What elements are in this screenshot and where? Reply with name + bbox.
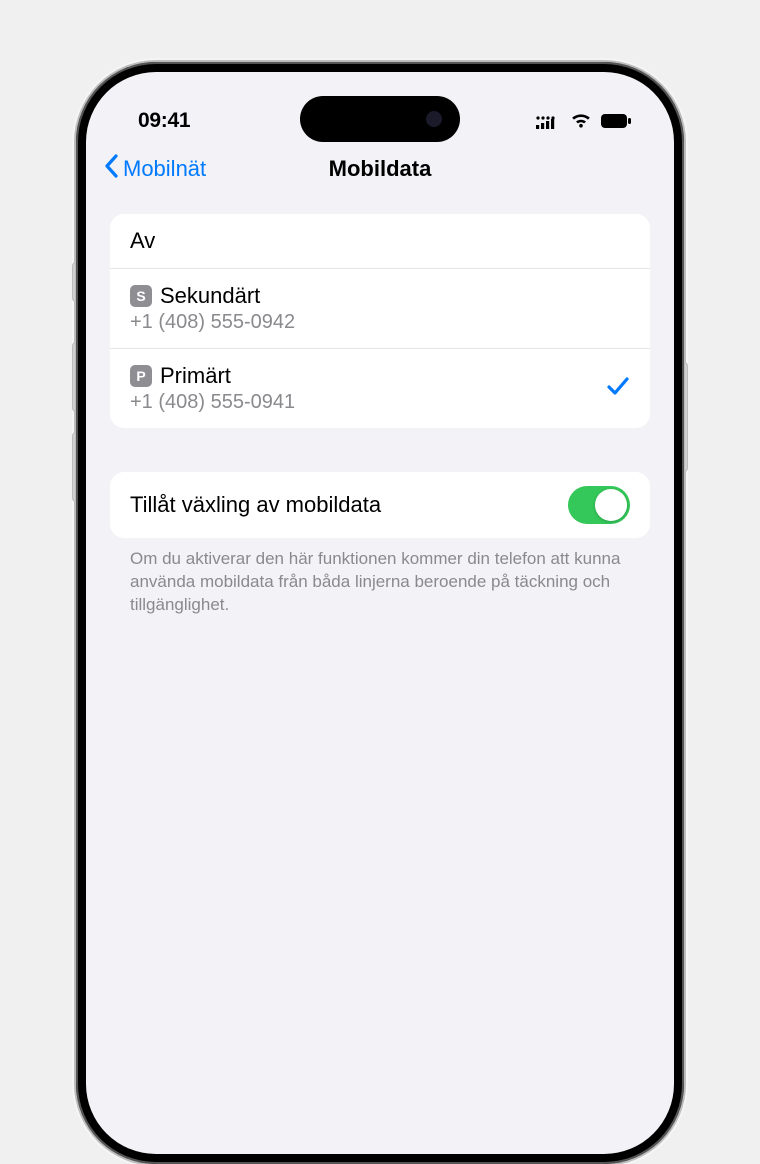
nav-bar: Mobilnät Mobildata xyxy=(86,142,674,196)
secondary-sim-badge-icon: S xyxy=(130,285,152,307)
line-option-secondary[interactable]: S Sekundärt +1 (408) 555-0942 xyxy=(110,268,650,348)
primary-sim-badge-icon: P xyxy=(130,365,152,387)
line-option-primary[interactable]: P Primärt +1 (408) 555-0941 xyxy=(110,348,650,428)
primary-info: P Primärt +1 (408) 555-0941 xyxy=(130,363,606,414)
back-button[interactable]: Mobilnät xyxy=(104,154,206,184)
page-title: Mobildata xyxy=(329,156,432,182)
silent-switch xyxy=(72,262,76,302)
primary-name: Primärt xyxy=(160,363,231,389)
wifi-icon xyxy=(570,113,592,129)
volume-down-button xyxy=(72,432,76,502)
toggle-knob xyxy=(595,489,627,521)
line-selection-group: Av S Sekundärt +1 (408) 555-0942 P xyxy=(110,214,650,428)
status-time: 09:41 xyxy=(138,109,190,133)
back-label: Mobilnät xyxy=(123,156,206,182)
data-switching-group: Tillåt växling av mobildata xyxy=(110,472,650,538)
off-label: Av xyxy=(130,228,155,253)
volume-up-button xyxy=(72,342,76,412)
content: Av S Sekundärt +1 (408) 555-0942 P xyxy=(86,196,674,617)
secondary-info: S Sekundärt +1 (408) 555-0942 xyxy=(130,283,630,334)
phone-screen: 09:41 xyxy=(86,72,674,1154)
primary-number: +1 (408) 555-0941 xyxy=(130,391,606,414)
status-icons xyxy=(536,113,632,129)
data-switching-row: Tillåt växling av mobildata xyxy=(110,472,650,538)
data-switching-toggle[interactable] xyxy=(568,486,630,524)
secondary-number: +1 (408) 555-0942 xyxy=(130,311,630,334)
phone-frame: 09:41 xyxy=(76,62,684,1164)
secondary-name: Sekundärt xyxy=(160,283,260,309)
dynamic-island xyxy=(300,96,460,142)
dual-sim-signal-icon xyxy=(536,113,562,129)
checkmark-icon xyxy=(606,375,630,402)
chevron-left-icon xyxy=(104,154,119,184)
data-switching-label: Tillåt växling av mobildata xyxy=(130,492,381,518)
battery-icon xyxy=(600,113,632,129)
power-button xyxy=(684,362,688,472)
footer-description: Om du aktiverar den här funktionen komme… xyxy=(110,538,650,617)
line-option-off[interactable]: Av xyxy=(110,214,650,268)
